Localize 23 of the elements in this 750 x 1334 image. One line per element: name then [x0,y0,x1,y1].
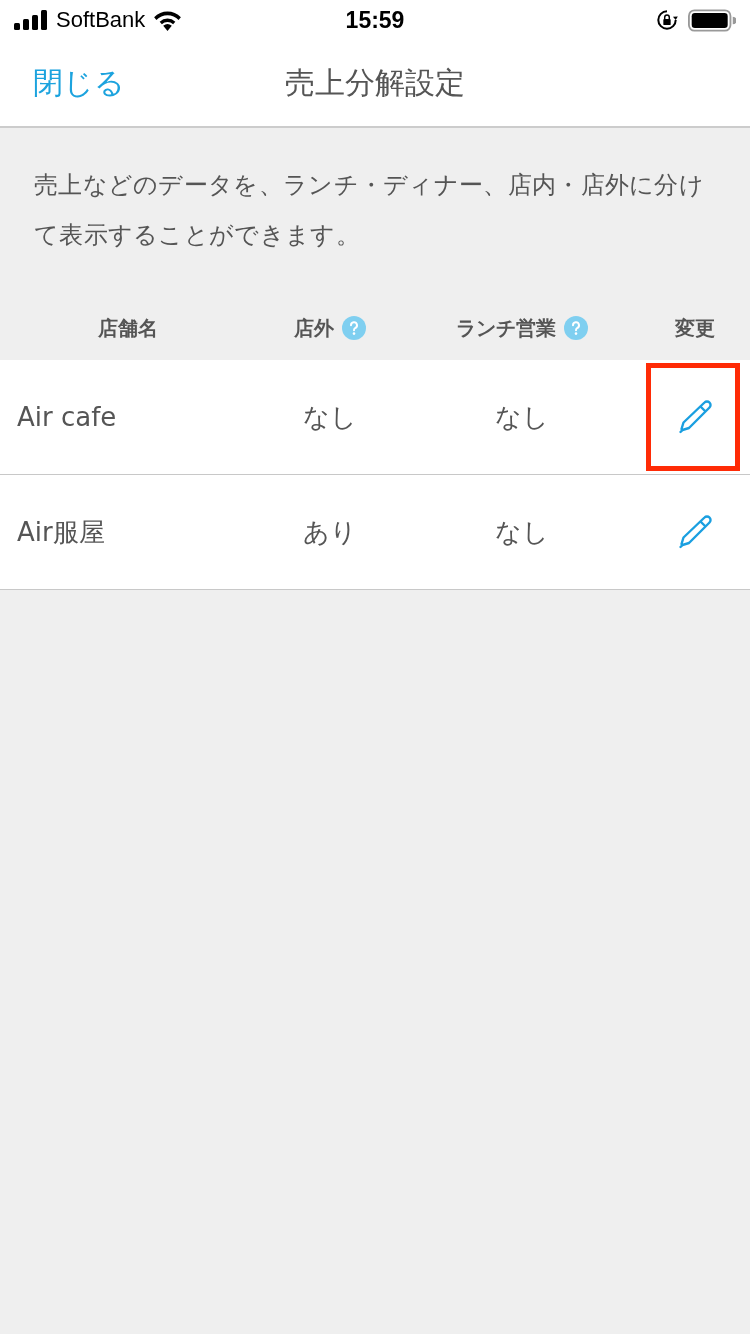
battery-icon [688,8,736,32]
orientation-lock-icon [656,9,678,31]
status-time: 15:59 [345,6,405,34]
pencil-icon [677,514,713,550]
carrier-name: SoftBank [56,7,146,33]
help-icon[interactable] [564,316,588,340]
column-header: 変更 [675,314,715,342]
column-header: 店外 [294,314,334,342]
close-button[interactable]: 閉じる [33,58,125,108]
table-cell-text: Air服屋 [17,515,105,549]
column-header: 店舗名 [98,314,158,342]
wifi-icon [153,9,183,31]
signal-icon [14,10,48,30]
description-text: 売上などのデータを、ランチ・ディナー、店内・店外に分けて表示することができます。 [33,170,706,251]
column-header: ランチ営業 [456,314,556,342]
table-cell-text: あり [303,515,357,549]
page-title: 売上分解設定 [285,63,465,102]
table-cell: Air cafe [17,402,117,432]
pencil-icon [677,399,713,435]
table-cell-text: なし [495,400,549,434]
help-icon[interactable] [342,316,366,340]
table-cell-text: なし [495,515,549,549]
table-cell-text: なし [303,400,357,434]
